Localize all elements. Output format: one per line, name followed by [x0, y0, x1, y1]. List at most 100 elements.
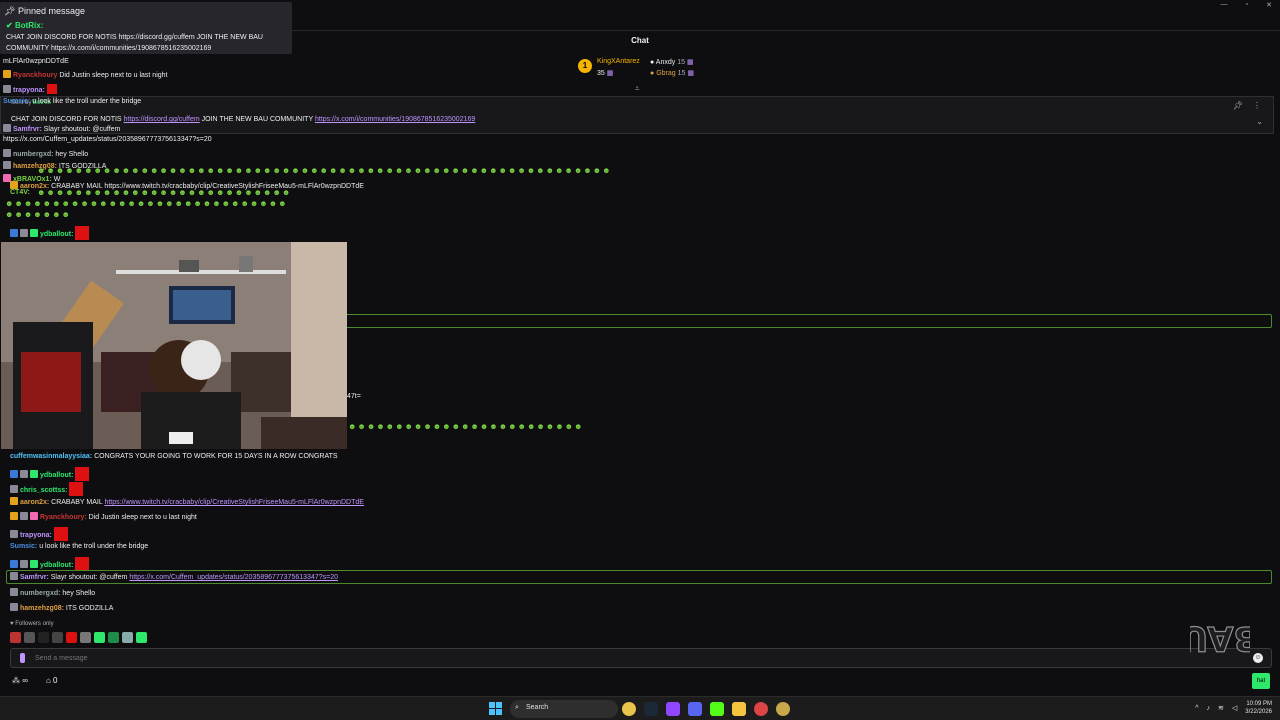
sub-badge-icon: [3, 149, 11, 157]
chat-username[interactable]: numbergxd:: [13, 151, 53, 158]
chat-send-button[interactable]: hat: [1252, 673, 1270, 689]
sub-badge-icon: [3, 124, 11, 132]
chat-username[interactable]: ydballout:: [40, 472, 73, 479]
clock[interactable]: 10:09 PM 3/22/2026: [1245, 700, 1272, 716]
wifi-icon[interactable]: ≋: [1218, 704, 1224, 712]
chat-message: trapyona:: [10, 527, 68, 541]
emote-row: ☻☻☻☻☻☻☻☻☻☻☻☻☻☻☻☻☻☻☻☻☻☻☻☻☻: [348, 422, 584, 431]
emote-row: ☻☻☻☻☻☻☻☻☻☻☻☻☻☻☻☻☻☻☻☻☻☻☻☻☻☻☻: [37, 188, 292, 197]
tweet-link[interactable]: https://x.com/Cuffem_updates/status/2035…: [129, 574, 338, 581]
chat-username[interactable]: CT4V:: [10, 189, 30, 196]
verified-icon: ✔: [6, 21, 13, 30]
chat-badge-icon: [20, 653, 25, 663]
chat-input[interactable]: [35, 651, 1235, 665]
ghost-message: CT4V:: [10, 188, 30, 198]
steam-icon[interactable]: [644, 702, 658, 716]
chat-message: ydballout:: [10, 467, 90, 481]
chat-username[interactable]: Ryanckhoury: [13, 72, 57, 79]
microphone-icon[interactable]: ♪: [1207, 705, 1211, 712]
chat-username[interactable]: hamzehzg08:: [20, 605, 64, 612]
gift-control[interactable]: ⌂ 0: [46, 676, 58, 685]
pinned-popup-user[interactable]: ✔ BotRix:: [6, 21, 43, 30]
points-control[interactable]: ⁂ ∞: [12, 676, 28, 685]
emote-icon[interactable]: [108, 632, 119, 643]
chat-text: CRABABY MAIL: [51, 499, 103, 506]
chat-username[interactable]: trapyona:: [13, 87, 45, 94]
chat-username[interactable]: chris_scottss:: [20, 487, 67, 494]
chrome-icon[interactable]: [622, 702, 636, 716]
windows-start-icon[interactable]: [489, 702, 503, 716]
volume-icon[interactable]: ◁: [1232, 704, 1237, 712]
taskbar-apps: [622, 702, 790, 716]
sub-badge-icon: [20, 470, 28, 478]
sub-badge-icon: [20, 229, 28, 237]
emote-icon[interactable]: [136, 632, 147, 643]
emote-icon[interactable]: [66, 632, 77, 643]
twitch-icon[interactable]: [666, 702, 680, 716]
red-emote-icon: [53, 527, 68, 541]
discord-icon[interactable]: [688, 702, 702, 716]
emote-icon[interactable]: [122, 632, 133, 643]
chat-message: Sumsic: u look like the troll under the …: [10, 542, 148, 552]
emote-icon[interactable]: [24, 632, 35, 643]
chat-username[interactable]: cuffemwasinmalayysiaa:: [10, 453, 92, 460]
chat-message: numbergxd: hey Shello: [10, 588, 95, 599]
chat-username[interactable]: xBRAVOx1:: [13, 176, 52, 183]
search-icon: ⌕: [515, 704, 519, 711]
url-fragment: 47t=: [347, 393, 361, 400]
ghost-message: mLFlAr0wzpnDDTdE: [3, 57, 69, 67]
red-emote-icon: [75, 467, 90, 481]
chat-text: hey Shello: [62, 590, 96, 597]
taskbar-search[interactable]: ⌕ Search: [510, 700, 618, 718]
sub-badge-icon: [20, 560, 28, 568]
clock-date: 3/22/2026: [1245, 709, 1272, 715]
heart-icon: ♥: [10, 621, 14, 627]
prime-badge-icon: [10, 560, 18, 568]
chat-text: hey Shello: [55, 151, 89, 158]
chat-username[interactable]: ydballout:: [40, 562, 73, 569]
folder-icon[interactable]: [732, 702, 746, 716]
emote-icon[interactable]: [52, 632, 63, 643]
chat-text: u look like the troll under the bridge: [39, 543, 149, 550]
chat-username[interactable]: trapyona:: [20, 532, 52, 539]
sub-badge-icon: [10, 603, 18, 611]
kick-icon[interactable]: [710, 702, 724, 716]
sub-badge-icon: [3, 161, 11, 169]
points-value: ∞: [22, 676, 28, 685]
ghost-message: xBRAVOx1: W: [3, 174, 60, 185]
chat-username[interactable]: Samfrvr:: [13, 126, 42, 133]
emote-icon[interactable]: [10, 632, 21, 643]
os-taskbar: ⌕ Search ^ ♪ ≋ ◁ 10:09 PM 3/22/2026: [0, 696, 1280, 720]
emote-icon[interactable]: [38, 632, 49, 643]
chevron-up-icon[interactable]: ^: [1195, 705, 1198, 712]
clip-link[interactable]: https://www.twitch.tv/cracbaby/clip/Crea…: [104, 499, 363, 506]
emote-icon[interactable]: [94, 632, 105, 643]
ghost-message: Ryanckhoury Did Justin sleep next to u l…: [3, 70, 167, 81]
pinned-message-popup[interactable]: 📌︎ Pinned message ✔ BotRix: CHAT JOIN DI…: [0, 2, 292, 54]
pinned-popup-username: BotRix:: [14, 21, 44, 30]
ghost-message: Samfrvr: Slayr shoutout: @cuffem: [3, 124, 120, 135]
red-emote-icon: [75, 226, 90, 240]
gift-badge-icon: [30, 470, 38, 478]
chat-username[interactable]: ydballout:: [40, 231, 73, 238]
webcam-overlay: [1, 242, 347, 449]
ghost-text: mLFlAr0wzpnDDTdE: [3, 58, 69, 65]
chat-username[interactable]: aaron2x:: [20, 499, 49, 506]
emoji-picker-icon[interactable]: ☺: [1253, 653, 1263, 663]
chat-message: ydballout:: [10, 557, 90, 571]
red-emote-icon: [46, 84, 57, 94]
emote-icon[interactable]: [80, 632, 91, 643]
chat-username[interactable]: Sumsic:: [10, 543, 37, 550]
followers-only-notice: ♥ Followers only: [10, 621, 54, 627]
chat-username[interactable]: Ryanckhoury:: [40, 514, 87, 521]
chat-input-box[interactable]: ☺: [10, 648, 1272, 668]
emote-row: ☻☻☻☻☻☻☻☻☻☻☻☻☻☻☻☻☻☻☻☻☻☻☻☻☻☻☻☻☻☻☻☻☻☻☻☻☻☻☻☻…: [37, 166, 612, 175]
system-tray: ^ ♪ ≋ ◁ 10:09 PM 3/22/2026: [1195, 700, 1272, 716]
chat-username[interactable]: Samfrvr:: [20, 574, 49, 581]
browser-icon[interactable]: [754, 702, 768, 716]
ghost-message: trapyona:: [3, 84, 57, 96]
chat-username[interactable]: Sumsic:: [3, 98, 30, 105]
chat-username[interactable]: numbergxd:: [20, 590, 60, 597]
chat-text: Slayr shoutout: @cuffem: [43, 126, 121, 133]
app-icon[interactable]: [776, 702, 790, 716]
